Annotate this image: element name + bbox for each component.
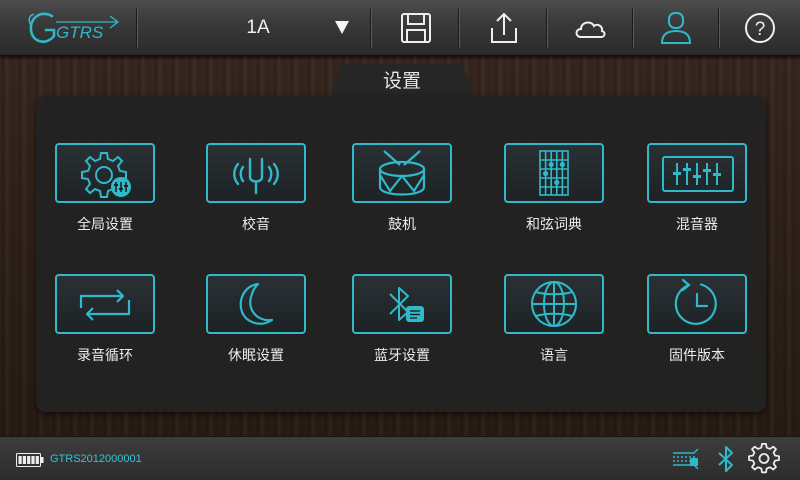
logo-text: GTRS [56,23,104,42]
status-bar: GTRS2012000001 [0,436,800,480]
tuning-fork-icon [233,157,279,195]
menu-item-label: 和弦词典 [526,217,582,233]
settings-panel: 全局设置 校音 鼓机 和弦词典 混音器 录音循环 休眠设置 蓝牙设置 语言 固件… [36,96,766,412]
cloud-icon [575,21,606,38]
menu-item-label: 休眠设置 [228,348,284,364]
page-title: 设置 [382,70,421,92]
battery-bar [35,456,39,464]
menu-item-button[interactable] [647,143,747,203]
dropdown-arrow-icon[interactable] [335,21,349,34]
menu-item-chord-dictionary[interactable]: 和弦词典 [504,143,604,233]
top-toolbar: GTRS 1A ? [0,0,800,56]
upload-icon [491,12,517,43]
bluetooth-status-button[interactable] [710,443,742,475]
save-icon [401,13,431,43]
menu-item-label: 录音循环 [77,348,133,364]
gtrs-logo: GTRS [26,8,122,48]
toolbar-divider [370,8,372,48]
menu-item-label: 混音器 [676,217,718,233]
menu-item-mixer[interactable]: 混音器 [647,143,747,233]
toolbar-divider [458,8,460,48]
toolbar-divider [136,8,138,48]
menu-item-global-settings[interactable]: 全局设置 [55,143,155,233]
upload-button[interactable] [484,8,524,48]
menu-item-button[interactable] [352,274,452,334]
menu-item-button[interactable] [352,143,452,203]
menu-item-button[interactable] [55,274,155,334]
menu-item-label: 校音 [242,217,270,233]
mixer-icon [662,156,734,192]
cloud-button[interactable] [570,8,610,48]
battery-icon [16,452,44,467]
menu-item-record-loop[interactable]: 录音循环 [55,274,155,364]
menu-item-label: 固件版本 [669,348,725,364]
guitar-connect-button[interactable] [670,443,702,475]
help-button[interactable]: ? [740,8,780,48]
moon-icon [239,282,274,325]
loop-icon [79,289,131,321]
menu-item-bluetooth-settings[interactable]: 蓝牙设置 [352,274,452,364]
toolbar-divider [718,8,720,48]
menu-item-label: 蓝牙设置 [374,348,430,364]
menu-item-label: 全局设置 [77,217,133,233]
menu-item-firmware-version[interactable]: 固件版本 [647,274,747,364]
help-glyph: ? [755,19,766,40]
preset-selector-value[interactable]: 1A [228,14,288,42]
menu-item-button[interactable] [504,274,604,334]
bluetooth-icon [718,446,733,472]
menu-item-tuner[interactable]: 校音 [206,143,306,233]
user-button[interactable] [656,8,696,48]
battery-bar [18,456,22,464]
save-button[interactable] [396,8,436,48]
global-settings-icon [81,152,131,198]
toolbar-divider [546,8,548,48]
chord-chart-icon [539,150,569,196]
menu-item-drum-machine[interactable]: 鼓机 [352,143,452,233]
bluetooth-settings-icon [389,287,424,322]
globe-icon [531,281,577,327]
gear-icon [748,442,780,474]
settings-button[interactable] [748,442,780,475]
battery-bar [31,456,35,464]
menu-item-language[interactable]: 语言 [504,274,604,364]
menu-item-button[interactable] [55,143,155,203]
menu-item-button[interactable] [206,274,306,334]
battery-bar [27,456,31,464]
menu-item-label: 鼓机 [388,217,416,233]
help-icon: ? [745,13,775,43]
firmware-clock-icon [674,278,717,325]
drum-icon [378,150,426,196]
menu-item-button[interactable] [647,274,747,334]
toolbar-divider [632,8,634,48]
device-serial: GTRS2012000001 [50,453,142,465]
menu-item-label: 语言 [540,348,568,364]
menu-item-sleep-settings[interactable]: 休眠设置 [206,274,306,364]
menu-item-button[interactable] [504,143,604,203]
guitar-connect-icon [673,448,699,470]
menu-item-button[interactable] [206,143,306,203]
user-icon [660,12,692,44]
battery-bar [22,456,26,464]
